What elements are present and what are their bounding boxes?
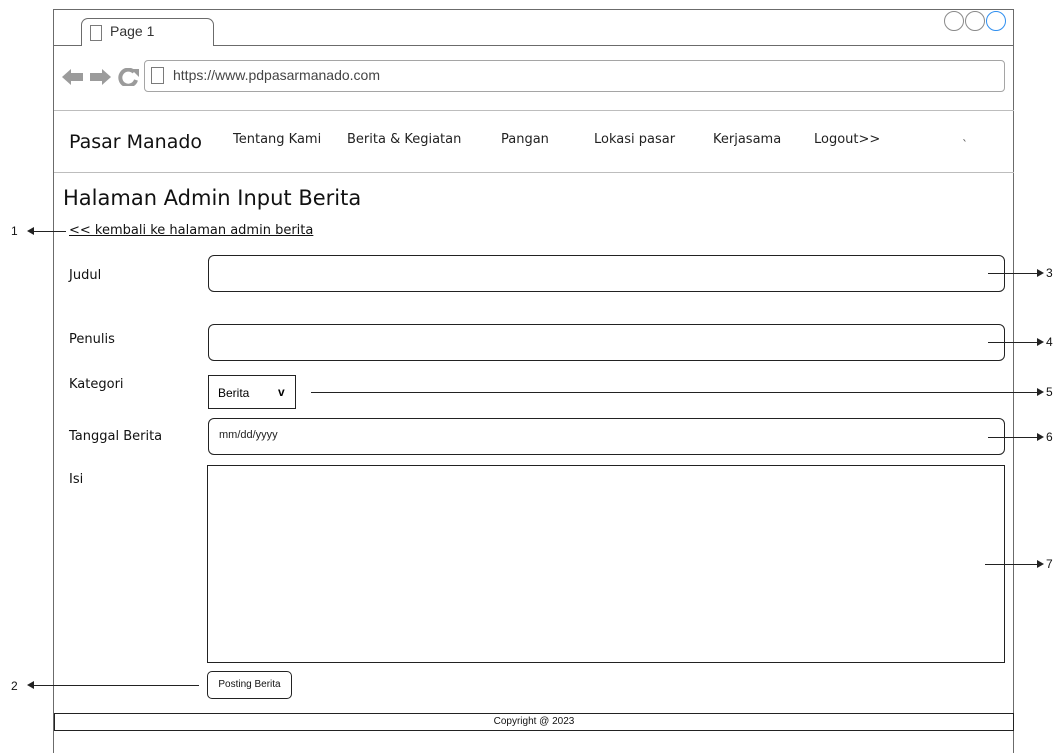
judul-label: Judul bbox=[69, 268, 102, 283]
annotation-number-6: 6 bbox=[1046, 430, 1053, 444]
nav-item-lokasi-pasar[interactable]: Lokasi pasar bbox=[594, 132, 675, 147]
annotation-line-1 bbox=[33, 231, 66, 232]
annotation-number-5: 5 bbox=[1046, 385, 1053, 399]
tab-page-1[interactable]: Page 1 bbox=[81, 18, 214, 46]
url-text: https://www.pdpasarmanado.com bbox=[173, 67, 380, 83]
window-button-2[interactable] bbox=[965, 11, 985, 31]
annotation-number-7: 7 bbox=[1046, 557, 1053, 571]
nav-item-berita-kegiatan[interactable]: Berita & Kegiatan bbox=[347, 132, 461, 147]
annotation-line-2 bbox=[33, 685, 199, 686]
annotation-arrowhead-5 bbox=[1037, 388, 1044, 396]
annotation-arrowhead-6 bbox=[1037, 433, 1044, 441]
tanggal-berita-input[interactable]: mm/dd/yyyy bbox=[208, 418, 1005, 455]
stray-mark: ` bbox=[962, 138, 968, 152]
nav-item-kerjasama[interactable]: Kerjasama bbox=[713, 132, 781, 147]
tab-strip-divider-left bbox=[54, 45, 81, 46]
annotation-number-1: 1 bbox=[11, 224, 18, 238]
judul-input[interactable] bbox=[208, 255, 1005, 292]
posting-berita-button[interactable]: Posting Berita bbox=[207, 671, 292, 699]
annotation-line-7 bbox=[985, 564, 1038, 565]
page-title: Halaman Admin Input Berita bbox=[63, 186, 362, 210]
page-icon bbox=[151, 67, 164, 84]
annotation-number-4: 4 bbox=[1046, 335, 1053, 349]
site-brand[interactable]: Pasar Manado bbox=[69, 131, 202, 153]
nav-item-logout[interactable]: Logout>> bbox=[814, 132, 880, 147]
tab-title: Page 1 bbox=[110, 23, 155, 39]
annotation-arrowhead-7 bbox=[1037, 560, 1044, 568]
annotation-line-4 bbox=[988, 342, 1038, 343]
chevron-down-icon: v bbox=[278, 385, 285, 399]
page-icon bbox=[90, 25, 102, 41]
address-bar[interactable]: https://www.pdpasarmanado.com bbox=[144, 60, 1005, 92]
isi-textarea[interactable] bbox=[207, 465, 1005, 663]
reload-icon[interactable] bbox=[118, 68, 140, 86]
forward-arrow-icon[interactable] bbox=[90, 68, 112, 86]
back-link[interactable]: << kembali ke halaman admin berita bbox=[69, 223, 313, 238]
header-separator bbox=[54, 172, 1014, 173]
annotation-line-6 bbox=[988, 437, 1038, 438]
annotation-line-3 bbox=[988, 273, 1038, 274]
annotation-arrowhead-4 bbox=[1037, 338, 1044, 346]
isi-label: Isi bbox=[69, 472, 84, 487]
kategori-select[interactable]: Berita v bbox=[208, 375, 296, 409]
date-placeholder: mm/dd/yyyy bbox=[219, 429, 278, 441]
tanggal-berita-label: Tanggal Berita bbox=[69, 429, 163, 444]
penulis-label: Penulis bbox=[69, 332, 115, 347]
window-button-1[interactable] bbox=[944, 11, 964, 31]
toolbar-separator bbox=[54, 110, 1014, 111]
annotation-arrowhead-3 bbox=[1037, 269, 1044, 277]
nav-item-pangan[interactable]: Pangan bbox=[501, 132, 549, 147]
annotation-number-2: 2 bbox=[11, 679, 18, 693]
penulis-input[interactable] bbox=[208, 324, 1005, 361]
tab-strip-divider-right bbox=[214, 45, 1014, 46]
footer-copyright: Copyright @ 2023 bbox=[54, 713, 1014, 731]
kategori-selected-value: Berita bbox=[218, 386, 250, 400]
nav-item-tentang-kami[interactable]: Tentang Kami bbox=[233, 132, 321, 147]
annotation-line-5 bbox=[311, 392, 1038, 393]
window-button-3[interactable] bbox=[986, 11, 1006, 31]
back-arrow-icon[interactable] bbox=[62, 68, 84, 86]
kategori-label: Kategori bbox=[69, 377, 124, 392]
annotation-number-3: 3 bbox=[1046, 266, 1053, 280]
